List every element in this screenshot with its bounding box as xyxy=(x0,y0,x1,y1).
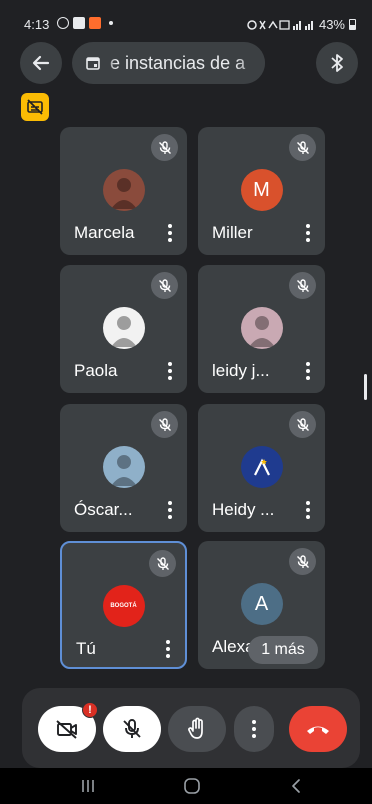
captions-button[interactable] xyxy=(21,93,49,121)
participant-name: Tú xyxy=(76,639,96,658)
mic-off-icon xyxy=(158,140,171,154)
calendar-icon xyxy=(86,57,100,70)
avatar-letter: A xyxy=(254,592,269,615)
mic-off-icon xyxy=(123,719,141,738)
raise-hand-button[interactable] xyxy=(168,706,226,752)
whatsapp-icon xyxy=(57,17,69,29)
participant-options-button[interactable] xyxy=(305,501,311,519)
participant-options-button[interactable] xyxy=(305,362,311,380)
status-time: 4:13 xyxy=(24,17,50,32)
participant-avatar xyxy=(102,169,145,211)
mic-off-icon xyxy=(296,278,309,292)
raise-hand-icon xyxy=(188,717,203,739)
app-notification-icon xyxy=(89,17,101,29)
mic-off-icon xyxy=(296,554,309,568)
participant-name: leidy j... xyxy=(212,361,270,380)
mic-off-icon xyxy=(158,278,171,292)
status-bar: 4:13 43% xyxy=(0,0,372,34)
participant-name: Óscar... xyxy=(74,500,133,519)
profile-photo-icon xyxy=(110,455,137,486)
mic-toggle-button[interactable] xyxy=(103,706,161,752)
home-icon xyxy=(184,778,200,794)
participant-tile[interactable]: Heidy ... xyxy=(198,404,325,532)
more-options-button[interactable] xyxy=(234,706,274,752)
muted-indicator xyxy=(289,548,316,575)
captions-off-icon xyxy=(27,99,43,115)
signal-icons xyxy=(247,19,313,30)
video-off-icon xyxy=(56,720,77,739)
participant-tile[interactable]: Óscar... xyxy=(60,404,187,532)
more-notifications-icon xyxy=(109,21,113,25)
muted-indicator xyxy=(289,272,316,299)
participant-name: Marcela xyxy=(74,223,135,242)
more-participants-badge[interactable]: 1 más xyxy=(248,636,318,664)
participant-options-button[interactable] xyxy=(167,362,173,380)
mic-off-icon xyxy=(296,140,309,154)
participant-avatar: A xyxy=(240,583,283,625)
arrow-left-icon xyxy=(32,55,50,71)
participant-tile[interactable]: leidy j... xyxy=(198,265,325,393)
participant-avatar xyxy=(102,307,145,349)
muted-indicator xyxy=(151,411,178,438)
chevron-left-icon xyxy=(292,779,300,793)
recents-icon xyxy=(82,780,94,792)
meeting-title-chip[interactable]: e instancias de a xyxy=(72,42,265,84)
participant-options-button[interactable] xyxy=(305,224,311,242)
mic-off-icon xyxy=(158,417,171,431)
audio-output-button[interactable] xyxy=(316,42,358,84)
system-back-button[interactable] xyxy=(284,776,308,796)
scroll-indicator[interactable] xyxy=(364,374,367,400)
participant-name: Paola xyxy=(74,361,118,380)
mic-off-icon xyxy=(296,417,309,431)
participant-avatar xyxy=(240,446,283,488)
muted-indicator xyxy=(289,134,316,161)
notification-icons xyxy=(57,17,113,29)
muted-indicator xyxy=(289,411,316,438)
avatar-logo-text: BOGOTÁ xyxy=(110,603,137,609)
call-end-icon xyxy=(307,726,329,734)
participant-name: Heidy ... xyxy=(212,500,275,519)
avatar-letter: M xyxy=(253,178,270,201)
home-button[interactable] xyxy=(180,776,204,796)
muted-indicator xyxy=(149,550,176,577)
gallery-icon xyxy=(73,17,85,29)
system-icons: 43% xyxy=(247,17,356,32)
meeting-title: e instancias de a xyxy=(110,52,246,73)
participant-options-button[interactable] xyxy=(165,640,171,658)
participant-avatar xyxy=(240,307,283,349)
participant-avatar: M xyxy=(240,169,283,211)
battery-icon xyxy=(349,19,356,30)
participant-avatar: BOGOTÁ xyxy=(102,585,145,627)
leave-call-button[interactable] xyxy=(289,706,347,752)
back-button[interactable] xyxy=(20,42,62,84)
muted-indicator xyxy=(151,134,178,161)
participant-tile[interactable]: Paola xyxy=(60,265,187,393)
more-vert-icon xyxy=(252,720,256,738)
bluetooth-icon xyxy=(331,54,343,72)
participant-tile[interactable]: Marcela xyxy=(60,127,187,255)
muted-indicator xyxy=(151,272,178,299)
participant-tile[interactable]: M Miller xyxy=(198,127,325,255)
participant-tile[interactable]: BOGOTÁ Tú xyxy=(60,541,187,669)
logo-icon xyxy=(253,458,270,476)
camera-alert-badge: ! xyxy=(82,702,98,718)
participant-avatar xyxy=(102,446,145,488)
battery-percent: 43% xyxy=(318,17,345,32)
participant-options-button[interactable] xyxy=(167,501,173,519)
participant-name: Miller xyxy=(212,223,253,242)
profile-photo-icon xyxy=(110,178,137,209)
recents-button[interactable] xyxy=(76,776,100,796)
system-navigation-bar xyxy=(0,768,372,804)
mic-off-icon xyxy=(156,556,169,570)
profile-photo-icon xyxy=(248,316,275,347)
participant-options-button[interactable] xyxy=(167,224,173,242)
profile-photo-icon xyxy=(110,316,137,347)
